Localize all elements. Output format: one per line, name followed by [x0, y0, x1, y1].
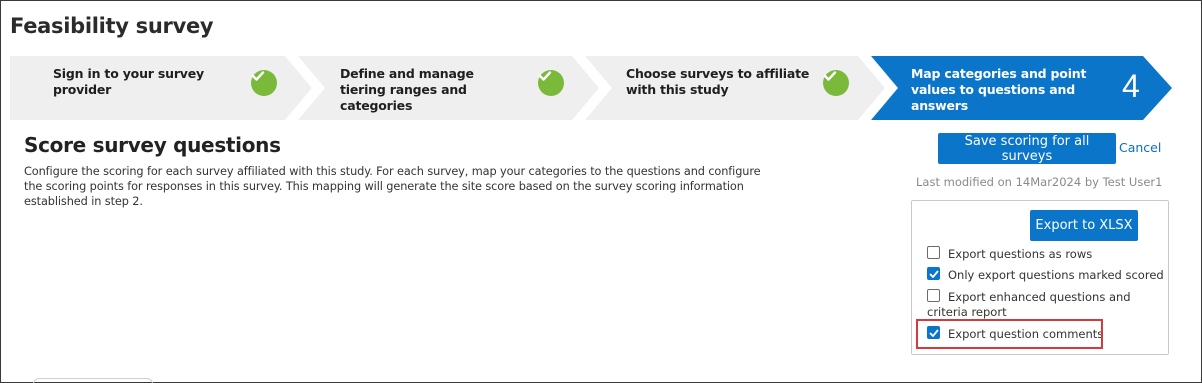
- export-enhanced-report-label[interactable]: Export enhanced questions and criteria r…: [927, 290, 1142, 320]
- section-description: Configure the scoring for each survey af…: [24, 165, 761, 208]
- last-modified-text: Last modified on 14Mar2024 by Test User1: [916, 175, 1163, 189]
- partial-tab: [33, 378, 153, 383]
- step-1-label[interactable]: Sign in to your survey provider: [53, 66, 253, 98]
- step-2-label[interactable]: Define and manage tiering ranges and cat…: [340, 66, 515, 114]
- only-export-scored-label[interactable]: Only export questions marked scored: [948, 268, 1164, 283]
- save-scoring-button[interactable]: Save scoring for all surveys: [938, 133, 1116, 164]
- section-title: Score survey questions: [24, 133, 281, 157]
- page-title: Feasibility survey: [10, 14, 214, 38]
- step-4-label[interactable]: Map categories and point values to quest…: [911, 66, 1106, 114]
- export-questions-as-rows-checkbox[interactable]: [927, 246, 940, 259]
- step-1-check-icon: [251, 70, 277, 96]
- checkmark-icon: [928, 269, 939, 278]
- progress-stepper: Sign in to your survey provider Define a…: [10, 56, 1175, 120]
- step-4-number: 4: [1122, 68, 1140, 104]
- export-xlsx-button[interactable]: Export to XLSX: [1030, 210, 1138, 241]
- only-export-scored-checkbox[interactable]: [927, 267, 940, 280]
- highlight-box: [916, 319, 1103, 349]
- step-3-check-icon: [823, 70, 849, 96]
- cancel-link[interactable]: Cancel: [1119, 140, 1161, 155]
- step-2-check-icon: [538, 70, 564, 96]
- step-3-label[interactable]: Choose surveys to affiliate with this st…: [626, 66, 811, 98]
- export-questions-as-rows-label[interactable]: Export questions as rows: [948, 247, 1092, 262]
